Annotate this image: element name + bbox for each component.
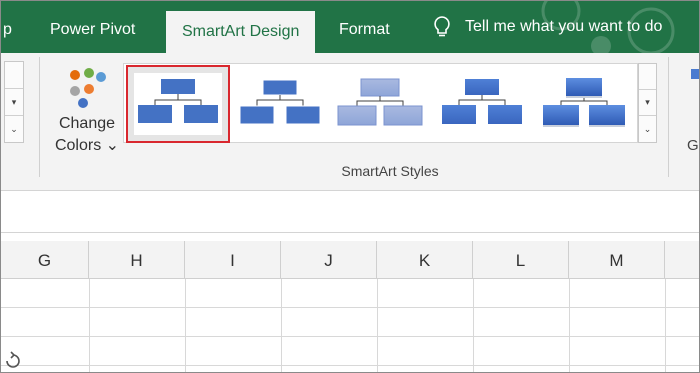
color-palette-icon <box>70 68 106 108</box>
ribbon-panel: ▾ ⌄ Change Colors ⌄ ▾ ⌄ SmartArt Styles … <box>1 53 699 191</box>
row-line <box>1 307 699 308</box>
col-line <box>89 279 90 372</box>
style-moderate-effect[interactable] <box>432 67 532 141</box>
styles-scroll-up-button[interactable] <box>639 64 656 90</box>
column-header-k[interactable]: K <box>377 241 473 279</box>
column-header-h[interactable]: H <box>89 241 185 279</box>
row-line <box>1 365 699 366</box>
change-colors-label-1: Change <box>58 115 116 132</box>
group-divider <box>668 57 669 177</box>
col-line <box>569 279 570 372</box>
column-header-i[interactable]: I <box>185 241 281 279</box>
style-subtle-effect[interactable] <box>330 67 430 141</box>
gallery-more-button[interactable]: ⌄ <box>5 116 23 143</box>
column-header-row: G H I J K L M <box>1 241 699 279</box>
next-group-icon <box>691 69 699 79</box>
col-line <box>185 279 186 372</box>
column-header-j[interactable]: J <box>281 241 377 279</box>
styles-more-button[interactable]: ⌄ <box>639 116 656 142</box>
styles-scroll-down-button[interactable]: ▾ <box>639 90 656 116</box>
style-white-outline[interactable] <box>230 67 330 141</box>
tab-smartart-design[interactable]: SmartArt Design <box>166 11 316 53</box>
ribbon-tab-bar: p Power Pivot SmartArt Design Format Tel… <box>1 1 699 53</box>
style-simple-fill[interactable] <box>126 65 230 143</box>
col-line <box>281 279 282 372</box>
group-label-smartart-styles: SmartArt Styles <box>341 163 439 179</box>
smartart-styles-gallery <box>123 63 638 143</box>
scroll-up-button[interactable] <box>5 62 23 89</box>
app-window: p Power Pivot SmartArt Design Format Tel… <box>0 0 700 373</box>
column-header-l[interactable]: L <box>473 241 569 279</box>
tab-power-pivot[interactable]: Power Pivot <box>50 1 135 53</box>
tell-me-label: Tell me what you want to do <box>465 18 663 35</box>
lightbulb-icon <box>434 16 450 37</box>
col-line <box>377 279 378 372</box>
scroll-down-button[interactable]: ▾ <box>5 89 23 116</box>
tab-help[interactable]: p <box>3 1 12 53</box>
tab-format[interactable]: Format <box>339 1 390 53</box>
col-line <box>473 279 474 372</box>
layouts-gallery-scroll: ▾ ⌄ <box>4 61 24 143</box>
tell-me-search[interactable]: Tell me what you want to do <box>433 1 662 53</box>
column-header-g[interactable]: G <box>1 241 89 279</box>
column-header-m[interactable]: M <box>569 241 665 279</box>
group-divider <box>39 57 40 177</box>
change-colors-label-2: Colors ⌄ <box>54 137 120 154</box>
rotate-handle-icon[interactable] <box>3 351 23 371</box>
change-colors-button[interactable]: Change Colors ⌄ <box>49 63 125 163</box>
formula-bar[interactable] <box>1 191 699 233</box>
style-intense-effect[interactable] <box>534 67 634 141</box>
styles-gallery-scroll: ▾ ⌄ <box>638 63 657 143</box>
worksheet-grid[interactable] <box>1 279 699 372</box>
row-line <box>1 336 699 337</box>
next-group-label-partial: G <box>687 137 699 154</box>
col-line <box>665 279 666 372</box>
